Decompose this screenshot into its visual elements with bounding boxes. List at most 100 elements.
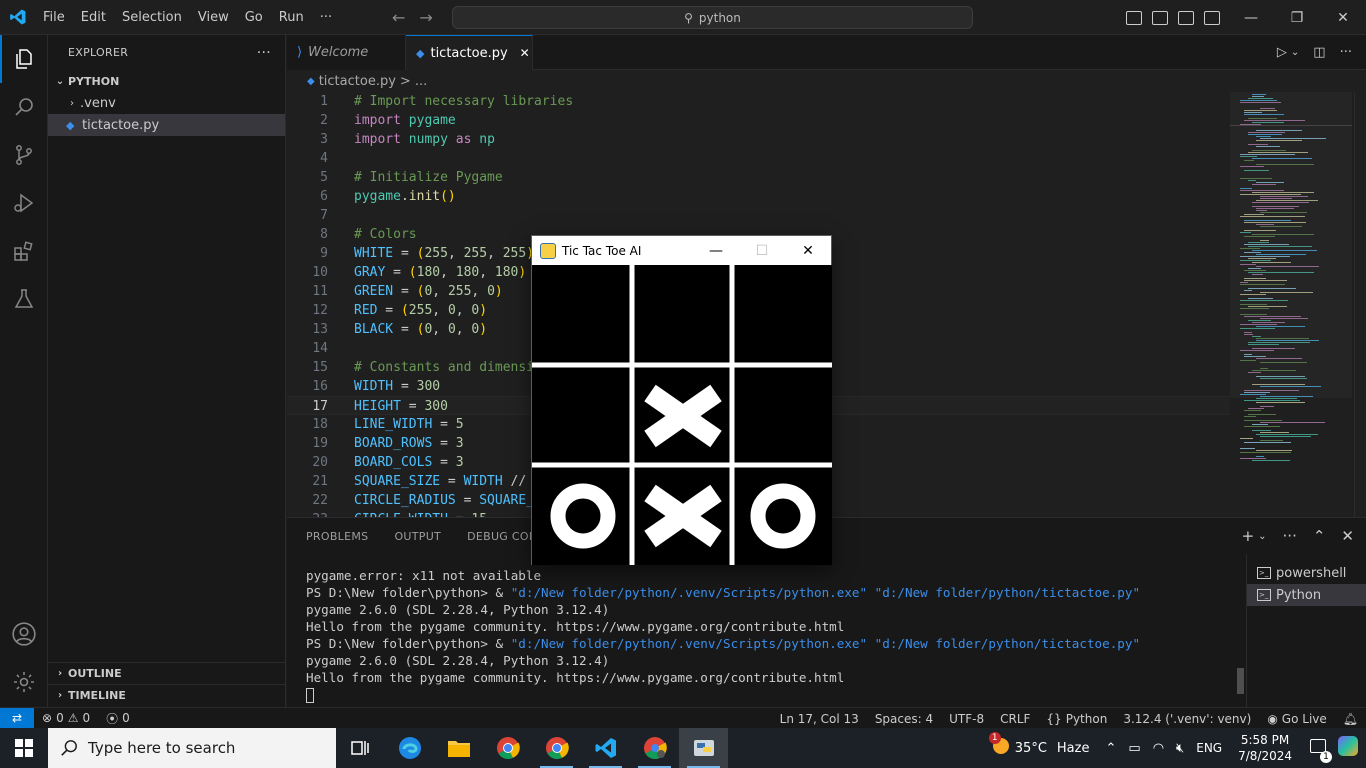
extensions-icon[interactable] bbox=[0, 227, 48, 275]
restore-window-button[interactable]: ❐ bbox=[1274, 0, 1320, 35]
minimize-window-button[interactable]: — bbox=[1228, 0, 1274, 35]
split-editor-icon[interactable]: ◫ bbox=[1313, 45, 1325, 60]
volume-icon[interactable]: 🔇︎ bbox=[1170, 741, 1190, 756]
close-window-button[interactable]: ✕ bbox=[1320, 0, 1366, 35]
terminal-prompt[interactable] bbox=[306, 686, 1246, 703]
windows-start-icon[interactable] bbox=[0, 728, 48, 768]
toggle-primary-sidebar-icon[interactable] bbox=[1126, 10, 1142, 25]
menu-go[interactable]: Go bbox=[237, 0, 271, 35]
menu-file[interactable]: File bbox=[35, 0, 73, 35]
folder-header[interactable]: ⌄ PYTHON bbox=[48, 70, 285, 92]
pygame-minimize-button[interactable]: — bbox=[693, 236, 739, 265]
testing-icon[interactable] bbox=[0, 275, 48, 323]
go-live-button[interactable]: ◉ Go Live bbox=[1259, 712, 1334, 726]
forward-arrow-icon[interactable]: → bbox=[419, 8, 432, 27]
toggle-secondary-sidebar-icon[interactable] bbox=[1178, 10, 1194, 25]
notification-center-icon[interactable]: 1 bbox=[1302, 739, 1334, 763]
minimap[interactable] bbox=[1230, 92, 1352, 517]
source-control-icon[interactable] bbox=[0, 131, 48, 179]
minimap-line bbox=[1240, 458, 1266, 459]
edge-browser-icon[interactable] bbox=[385, 728, 434, 768]
ports-status[interactable]: ⦿ 0 bbox=[98, 710, 138, 727]
minimap-viewport[interactable] bbox=[1230, 92, 1352, 398]
line-number: 22 bbox=[312, 493, 328, 508]
terminal-dropdown-chevron-icon[interactable]: ⌄ bbox=[1258, 531, 1266, 542]
terminal-scrollbar-thumb[interactable] bbox=[1237, 668, 1244, 694]
terminal-line: Hello from the pygame community. https:/… bbox=[306, 619, 845, 634]
vscode-taskbar-icon[interactable] bbox=[581, 728, 630, 768]
back-arrow-icon[interactable]: ← bbox=[392, 8, 405, 27]
run-debug-icon[interactable] bbox=[0, 179, 48, 227]
terminal-output[interactable]: pygame.error: x11 not available PS D:\New… bbox=[306, 567, 1246, 703]
toggle-panel-icon[interactable] bbox=[1152, 10, 1168, 25]
search-icon[interactable] bbox=[0, 83, 48, 131]
code-line[interactable]: 5 # Initialize Pygame bbox=[287, 168, 1230, 187]
explorer-icon[interactable] bbox=[0, 35, 48, 83]
menu-edit[interactable]: Edit bbox=[73, 0, 114, 35]
maximize-panel-chevron-up-icon[interactable]: ⌃ bbox=[1313, 527, 1326, 545]
command-center-search[interactable]: ⚲ python bbox=[452, 6, 973, 29]
notifications-bell-icon[interactable]: 🔔︎ bbox=[1335, 712, 1366, 726]
explorer-more-button[interactable]: ··· bbox=[257, 45, 271, 61]
remote-window-icon[interactable]: ⇄ bbox=[0, 707, 34, 729]
code-line[interactable]: 1 # Import necessary libraries bbox=[287, 92, 1230, 111]
copilot-icon[interactable] bbox=[1334, 736, 1366, 760]
tab-welcome[interactable]: ⟩ Welcome bbox=[287, 35, 406, 70]
customize-layout-icon[interactable] bbox=[1204, 10, 1220, 25]
menu-selection[interactable]: Selection bbox=[114, 0, 190, 35]
panel-more-icon[interactable]: ··· bbox=[1283, 527, 1297, 545]
encoding[interactable]: UTF-8 bbox=[941, 712, 992, 726]
run-dropdown-chevron-icon[interactable]: ⌄ bbox=[1291, 47, 1299, 58]
problems-status[interactable]: ⊗ 0 ⚠ 0 bbox=[34, 711, 98, 725]
chrome-profile-icon[interactable] bbox=[532, 728, 581, 768]
board-canvas[interactable] bbox=[532, 265, 832, 565]
chrome-icon[interactable] bbox=[483, 728, 532, 768]
timeline-section[interactable]: › TIMELINE bbox=[48, 684, 286, 706]
outline-section[interactable]: › OUTLINE bbox=[48, 662, 286, 684]
menu-run[interactable]: Run bbox=[271, 0, 312, 35]
end-of-line[interactable]: CRLF bbox=[992, 712, 1038, 726]
breadcrumb-symbols[interactable]: ... bbox=[415, 74, 427, 89]
input-language[interactable]: ENG bbox=[1190, 741, 1228, 755]
terminal-item-powershell[interactable]: >_ powershell bbox=[1247, 562, 1366, 584]
editor-more-actions-icon[interactable]: ··· bbox=[1340, 45, 1352, 60]
code-line[interactable]: 6 pygame.init() bbox=[287, 187, 1230, 206]
terminal-item-python[interactable]: >_ Python bbox=[1247, 584, 1366, 606]
tic-tac-toe-board[interactable] bbox=[532, 265, 832, 565]
wifi-icon[interactable]: ◠ bbox=[1147, 741, 1170, 756]
python-interpreter[interactable]: 3.12.4 ('.venv': venv) bbox=[1115, 712, 1259, 726]
pygame-close-button[interactable]: ✕ bbox=[785, 236, 831, 265]
weather-widget[interactable]: 1 35°C Haze bbox=[983, 732, 1100, 758]
menu-view[interactable]: View bbox=[190, 0, 237, 35]
tab-tictactoe[interactable]: ◆ tictactoe.py ✕ bbox=[406, 35, 533, 70]
indentation[interactable]: Spaces: 4 bbox=[867, 712, 941, 726]
code-line[interactable]: 4 bbox=[287, 149, 1230, 168]
tree-item-venv[interactable]: › .venv bbox=[48, 92, 285, 114]
task-view-icon[interactable] bbox=[336, 728, 385, 768]
pygame-titlebar[interactable]: Tic Tac Toe AI — ☐ ✕ bbox=[532, 236, 831, 265]
code-line[interactable]: 3 import numpy as np bbox=[287, 130, 1230, 149]
tab-close-icon[interactable]: ✕ bbox=[520, 46, 530, 60]
code-line[interactable]: 7 bbox=[287, 206, 1230, 225]
accounts-icon[interactable] bbox=[0, 610, 48, 658]
taskbar-search-box[interactable]: Type here to search bbox=[48, 728, 336, 768]
tab-problems[interactable]: PROBLEMS bbox=[306, 530, 368, 543]
editor-scrollbar[interactable] bbox=[1354, 92, 1366, 517]
code-line[interactable]: 2 import pygame bbox=[287, 111, 1230, 130]
cursor-position[interactable]: Ln 17, Col 13 bbox=[772, 712, 867, 726]
tab-output[interactable]: OUTPUT bbox=[394, 530, 441, 543]
python-app-icon[interactable] bbox=[679, 728, 728, 768]
tree-item-tictactoe[interactable]: ◆ tictactoe.py bbox=[48, 114, 285, 136]
tray-chevron-up-icon[interactable]: ⌃ bbox=[1099, 741, 1122, 756]
breadcrumb-file[interactable]: tictactoe.py bbox=[319, 74, 396, 89]
clock[interactable]: 5:58 PM 7/8/2024 bbox=[1228, 732, 1302, 764]
battery-icon[interactable]: ▭ bbox=[1122, 741, 1146, 756]
run-python-file-icon[interactable]: ▷ bbox=[1277, 45, 1287, 60]
language-mode[interactable]: {} Python bbox=[1038, 712, 1115, 726]
close-panel-icon[interactable]: ✕ bbox=[1341, 527, 1354, 545]
chrome-app-icon[interactable] bbox=[630, 728, 679, 768]
file-explorer-icon[interactable] bbox=[434, 728, 483, 768]
manage-gear-icon[interactable] bbox=[0, 658, 48, 706]
new-terminal-plus-icon[interactable]: + bbox=[1242, 527, 1255, 545]
menu-more-button[interactable]: ··· bbox=[312, 0, 340, 35]
